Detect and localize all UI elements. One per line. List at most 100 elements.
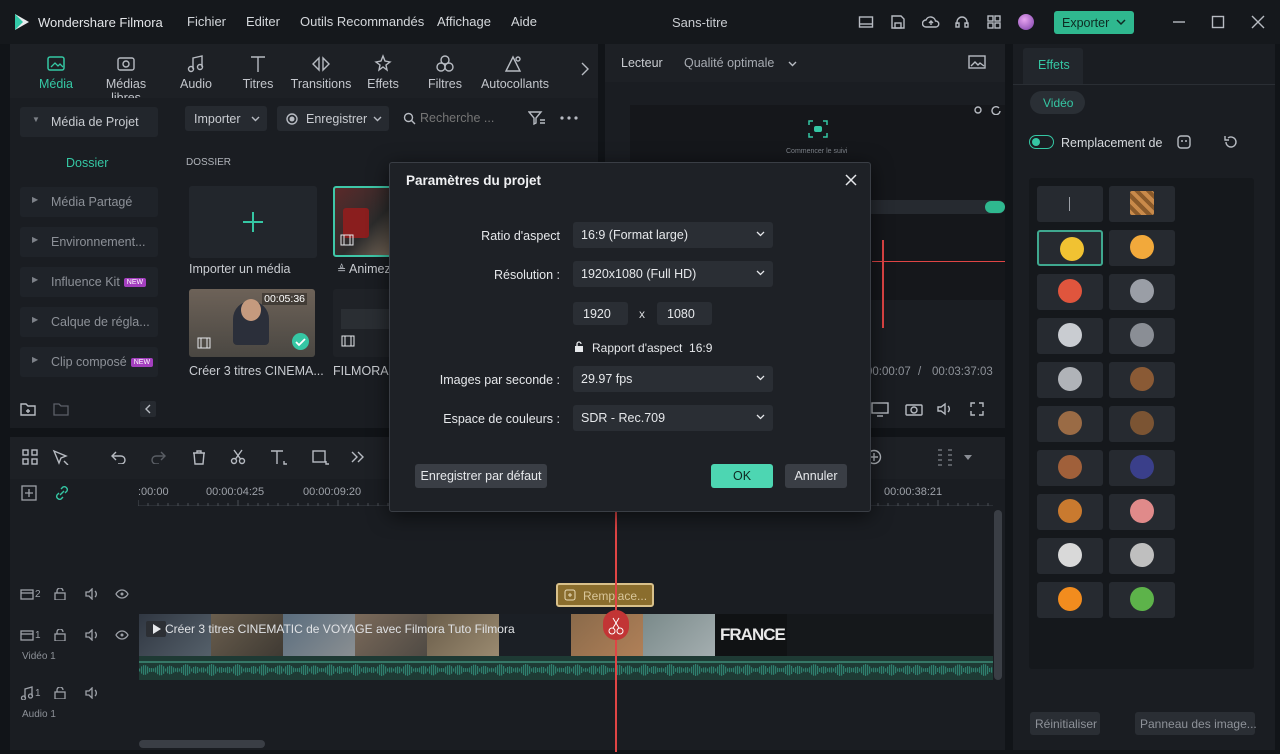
timeline-hscrollbar[interactable] bbox=[139, 740, 265, 748]
undo-icon[interactable] bbox=[111, 450, 127, 464]
crop-icon[interactable] bbox=[312, 449, 330, 465]
headset-icon[interactable] bbox=[954, 14, 970, 30]
effect-emoji-cell[interactable] bbox=[1109, 582, 1175, 618]
media-thumb[interactable] bbox=[333, 289, 393, 357]
effect-emoji-cell[interactable] bbox=[1037, 318, 1103, 354]
filter-icon[interactable] bbox=[528, 110, 546, 126]
tab-filters[interactable]: Filtres bbox=[410, 52, 480, 98]
player-toggle[interactable] bbox=[985, 201, 1005, 213]
cloud-icon[interactable] bbox=[922, 14, 940, 30]
fullscreen-icon[interactable] bbox=[969, 401, 985, 417]
search-input[interactable] bbox=[420, 108, 516, 128]
resolution-select[interactable]: 1920x1080 (Full HD) bbox=[573, 261, 773, 287]
effect-emoji-cell[interactable] bbox=[1109, 186, 1175, 222]
tab-effects[interactable]: Effets bbox=[348, 52, 418, 98]
media-thumb[interactable]: 00:05:36 bbox=[189, 289, 315, 357]
effect-emoji-cell[interactable] bbox=[1037, 538, 1103, 574]
effect-emoji-cell[interactable] bbox=[1109, 494, 1175, 530]
effect-emoji-cell[interactable] bbox=[1109, 450, 1175, 486]
effect-emoji-cell[interactable] bbox=[1109, 406, 1175, 442]
sidebar-item-environnement[interactable]: ▶ Environnement... bbox=[20, 227, 158, 257]
sidebar-item-media-partage[interactable]: ▶ Média Partagé bbox=[20, 187, 158, 217]
volume-icon[interactable] bbox=[936, 401, 954, 417]
quality-dropdown[interactable]: Qualité optimale bbox=[684, 56, 797, 70]
replace-toggle[interactable] bbox=[1029, 135, 1054, 149]
export-button[interactable]: Exporter bbox=[1054, 11, 1134, 34]
close-icon[interactable] bbox=[844, 173, 858, 187]
effect-emoji-cell[interactable] bbox=[1037, 406, 1103, 442]
scissors-icon[interactable] bbox=[230, 449, 246, 465]
tab-media[interactable]: Média bbox=[21, 52, 91, 98]
face-settings-icon[interactable] bbox=[1177, 135, 1191, 149]
color-space-select[interactable]: SDR - Rec.709 bbox=[573, 405, 773, 431]
effect-emoji-cell[interactable] bbox=[1037, 230, 1103, 266]
folder-icon[interactable] bbox=[53, 401, 69, 417]
new-folder-icon[interactable] bbox=[20, 401, 36, 417]
menu-fichier[interactable]: Fichier bbox=[187, 14, 226, 29]
snapshot-image-icon[interactable] bbox=[968, 55, 986, 69]
reset-button[interactable]: Réinitialiser bbox=[1030, 712, 1100, 735]
effect-emoji-cell[interactable] bbox=[1037, 582, 1103, 618]
sidebar-item-dossier[interactable]: Dossier bbox=[66, 156, 108, 170]
effect-emoji-cell[interactable] bbox=[1109, 538, 1175, 574]
select-tool-icon[interactable] bbox=[52, 449, 70, 465]
image-panel-button[interactable]: Panneau des image... bbox=[1135, 712, 1257, 735]
effect-emoji-cell[interactable] bbox=[1109, 230, 1175, 266]
minimize-icon[interactable] bbox=[1172, 15, 1186, 29]
avatar[interactable] bbox=[1018, 14, 1034, 30]
tab-titles[interactable]: Titres bbox=[223, 52, 293, 98]
effect-none-cell[interactable] bbox=[1037, 186, 1103, 222]
cancel-button[interactable]: Annuler bbox=[785, 464, 847, 488]
save-icon[interactable] bbox=[890, 14, 906, 30]
menu-aide[interactable]: Aide bbox=[511, 14, 537, 29]
close-window-icon[interactable] bbox=[1251, 15, 1265, 29]
collapse-sidebar-icon[interactable] bbox=[140, 401, 156, 417]
redo-icon[interactable] bbox=[150, 450, 166, 464]
apps-grid-icon[interactable] bbox=[986, 14, 1002, 30]
text-tool-icon[interactable] bbox=[270, 449, 288, 465]
playhead-cut-icon[interactable] bbox=[603, 610, 629, 640]
refresh-small-icon[interactable] bbox=[991, 105, 1001, 115]
grid-layout-icon[interactable] bbox=[22, 449, 38, 465]
save-default-button[interactable]: Enregistrer par défaut bbox=[415, 464, 547, 488]
tab-stock-media[interactable]: Médias libres bbox=[91, 52, 161, 105]
more-icon[interactable] bbox=[560, 116, 578, 120]
fps-select[interactable]: 29.97 fps bbox=[573, 366, 773, 392]
more-tools-icon[interactable] bbox=[351, 450, 365, 464]
lock-icon[interactable] bbox=[574, 341, 584, 353]
media-thumb[interactable] bbox=[333, 186, 393, 257]
video-clip[interactable]: FRANCE Créer 3 titres CINEMATIC de VOYAG… bbox=[139, 614, 993, 656]
effect-emoji-cell[interactable] bbox=[1037, 274, 1103, 310]
ok-button[interactable]: OK bbox=[711, 464, 773, 488]
maximize-icon[interactable] bbox=[1211, 15, 1225, 29]
import-dropdown[interactable]: Importer bbox=[185, 106, 267, 131]
effect-emoji-cell[interactable] bbox=[1109, 318, 1175, 354]
tab-transitions[interactable]: Transitions bbox=[286, 52, 356, 98]
display-icon[interactable] bbox=[871, 401, 889, 417]
effect-emoji-cell[interactable] bbox=[1037, 362, 1103, 398]
sidebar-item-clip-compose[interactable]: ▶ Clip composé NEW bbox=[20, 347, 158, 377]
menu-affichage[interactable]: Affichage bbox=[437, 14, 491, 29]
tab-lecteur[interactable]: Lecteur bbox=[621, 56, 663, 70]
aspect-ratio-select[interactable]: 16:9 (Format large) bbox=[573, 222, 773, 248]
effect-emoji-cell[interactable] bbox=[1109, 362, 1175, 398]
reset-effect-icon[interactable] bbox=[1223, 134, 1239, 150]
layout-icon[interactable] bbox=[858, 14, 874, 30]
tab-stickers[interactable]: Autocollants bbox=[478, 52, 552, 98]
layout-dropdown-icon[interactable] bbox=[964, 455, 972, 461]
add-track-icon[interactable] bbox=[21, 485, 37, 501]
tabs-next-icon[interactable] bbox=[580, 62, 590, 76]
gear-small-icon[interactable] bbox=[973, 105, 983, 115]
effect-clip[interactable]: Remplace... bbox=[556, 583, 654, 607]
sidebar-item-influence-kit[interactable]: ▶ Influence Kit NEW bbox=[20, 267, 158, 297]
timeline-vscrollbar[interactable] bbox=[994, 510, 1002, 680]
camera-icon[interactable] bbox=[905, 401, 923, 417]
chip-video[interactable]: Vidéo bbox=[1030, 91, 1085, 114]
import-media-tile[interactable] bbox=[189, 186, 317, 258]
effect-emoji-cell[interactable] bbox=[1037, 450, 1103, 486]
height-input[interactable]: 1080 bbox=[657, 302, 712, 325]
record-dropdown[interactable]: Enregistrer bbox=[277, 106, 389, 131]
menu-outils[interactable]: Outils Recommandés bbox=[300, 14, 424, 29]
effect-emoji-cell[interactable] bbox=[1037, 494, 1103, 530]
tracking-icon[interactable] bbox=[807, 119, 829, 139]
